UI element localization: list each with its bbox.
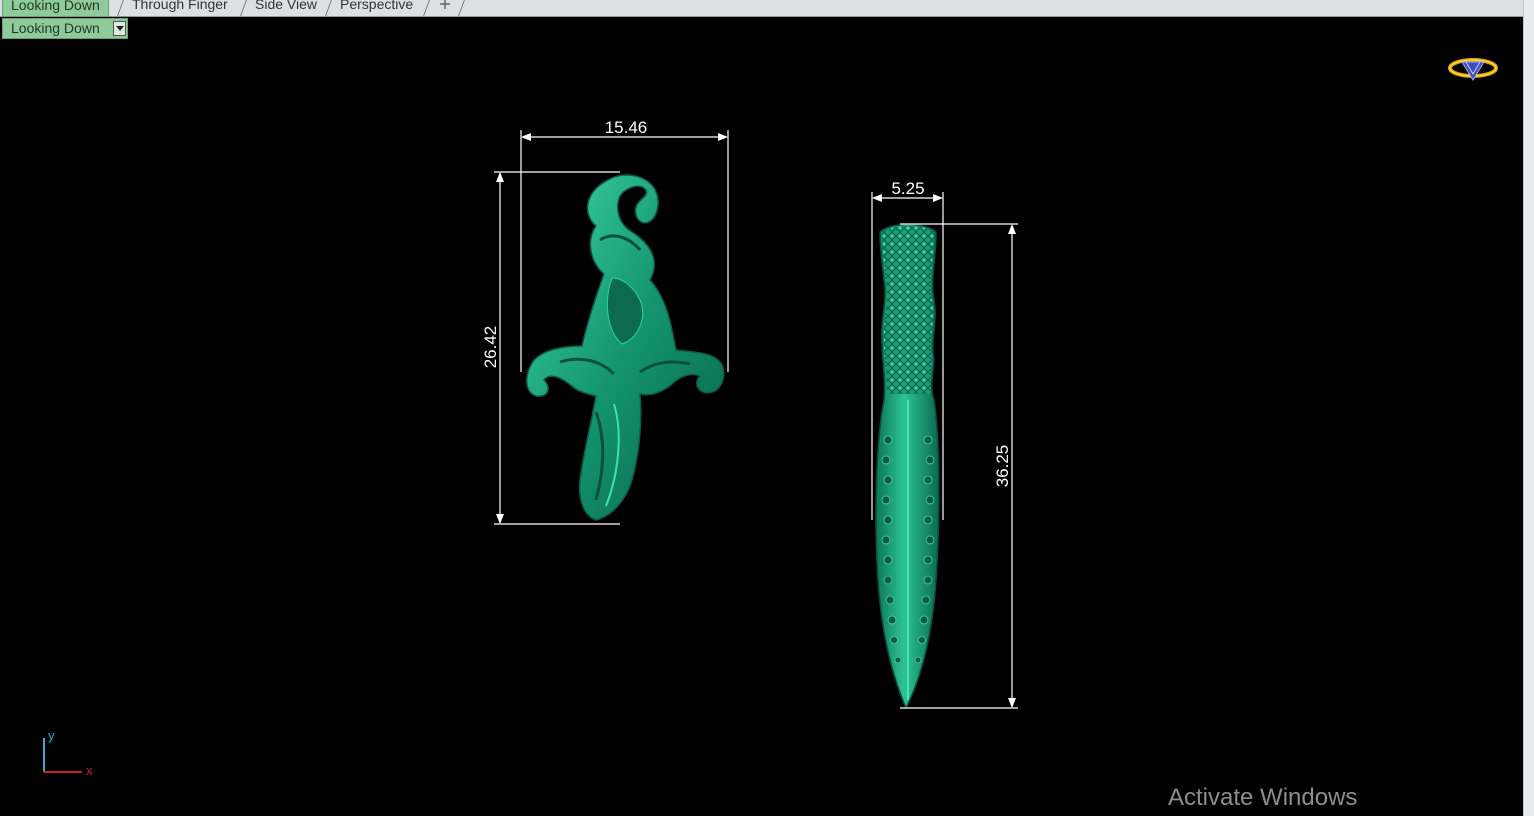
viewport-tab-bar: Looking Down Through Finger Side View Pe…: [0, 0, 1524, 17]
tab-separator: [117, 0, 124, 16]
activate-windows-watermark: Activate Windows: [1168, 784, 1358, 811]
tab-side-view[interactable]: Side View: [247, 0, 325, 15]
chevron-down-icon[interactable]: [113, 21, 126, 36]
view-dropdown-value: Looking Down: [11, 20, 100, 36]
left-pendant-model[interactable]: [526, 174, 725, 521]
dimension-label-right-width: 5.25: [891, 179, 924, 198]
tab-looking-down[interactable]: Looking Down: [2, 0, 109, 17]
axis-indicator: y x: [43, 728, 93, 778]
axis-label-x: x: [86, 763, 93, 778]
vertical-scrollbar[interactable]: [1523, 0, 1534, 816]
right-pendant-model[interactable]: [875, 223, 940, 710]
dimension-label-left-width: 15.46: [605, 118, 648, 137]
tab-through-finger[interactable]: Through Finger: [124, 0, 236, 15]
view-dropdown[interactable]: Looking Down: [2, 18, 128, 39]
tab-perspective[interactable]: Perspective: [332, 0, 421, 15]
gem-ring-logo[interactable]: [1448, 58, 1498, 81]
add-tab-button[interactable]: [430, 0, 460, 17]
dimension-label-left-height: 26.42: [481, 326, 500, 369]
axis-label-y: y: [48, 728, 55, 743]
tab-separator: [325, 0, 332, 16]
dimension-label-right-height: 36.25: [993, 445, 1012, 488]
plus-icon: [440, 0, 450, 9]
3d-viewport[interactable]: 15.46 26.42 5.25 36.25 y x: [0, 40, 1524, 816]
tab-separator: [240, 0, 247, 16]
tab-separator: [423, 0, 430, 16]
